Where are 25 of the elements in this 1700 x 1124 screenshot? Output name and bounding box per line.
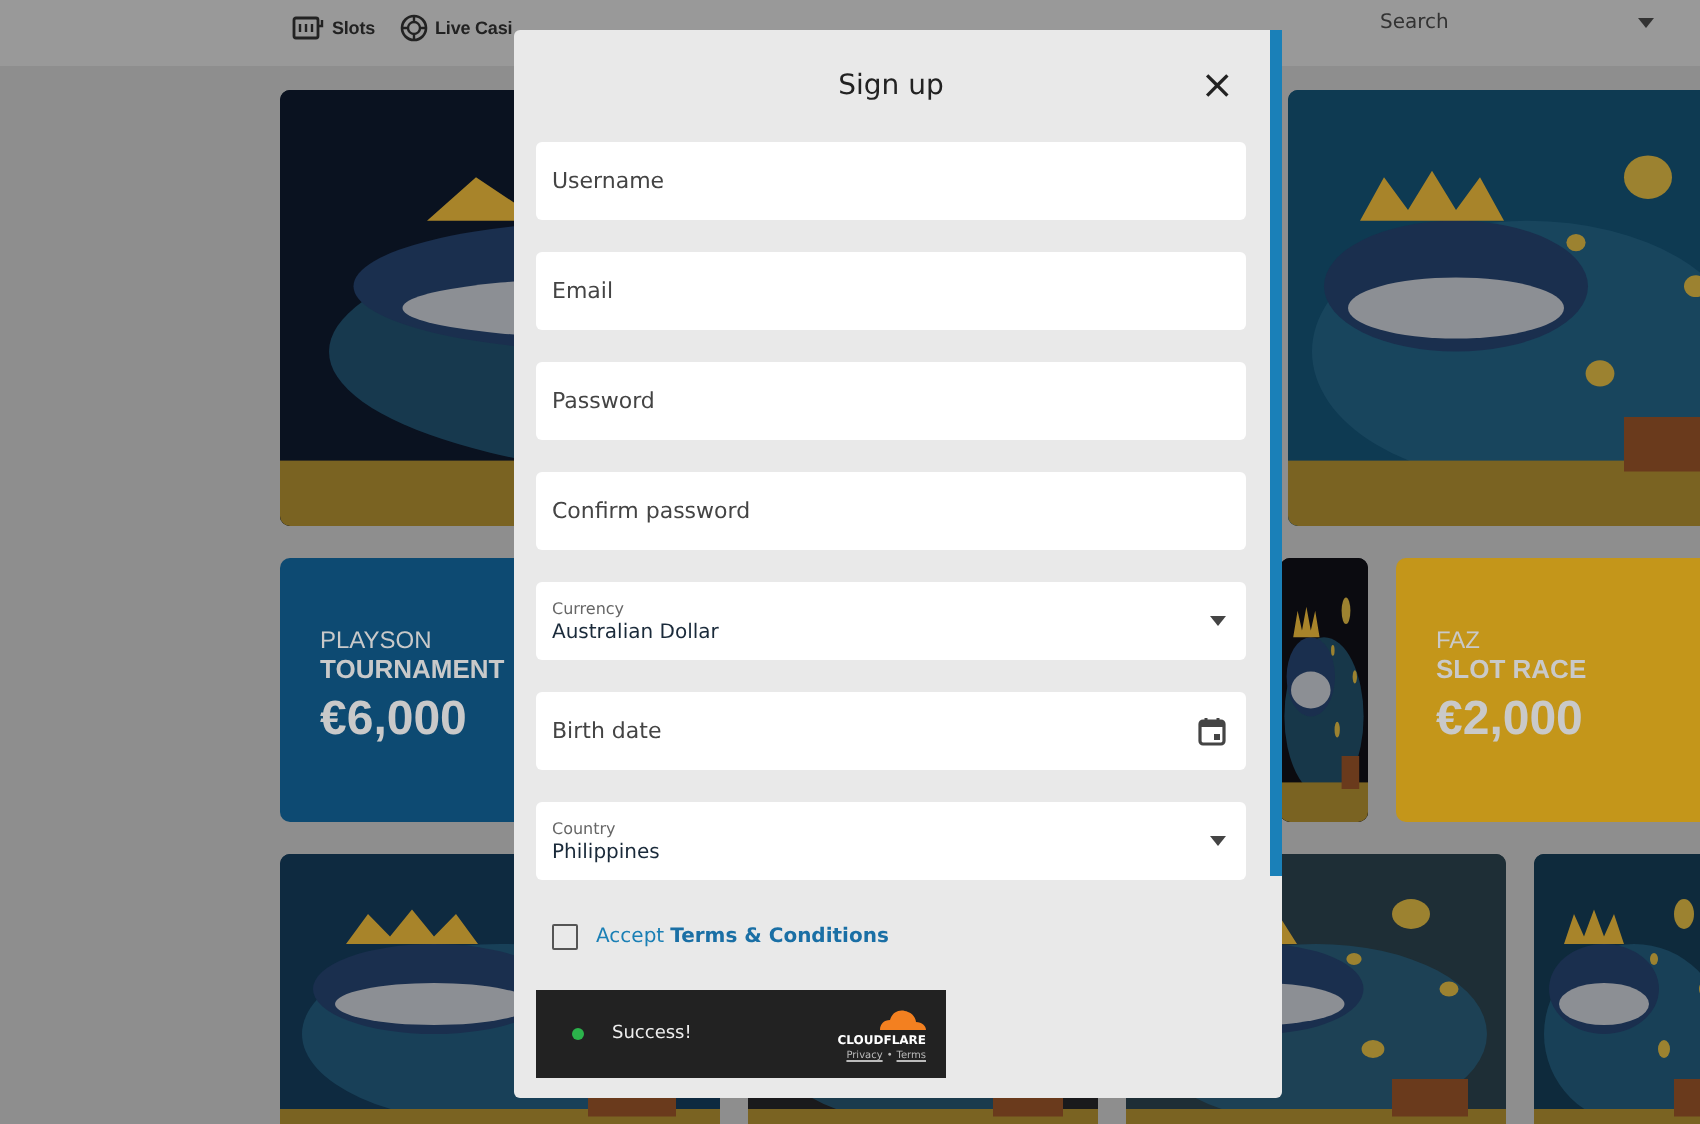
field-label: Country [552, 819, 618, 837]
dialog-title: Sign up [838, 70, 944, 102]
promo-title: TOURNAMENT [320, 654, 505, 684]
field-value: Philippines [552, 841, 660, 863]
nav-link[interactable]: Live Casi [435, 18, 513, 38]
field-label: Currency [552, 599, 627, 617]
checkbox-label: Accept [596, 926, 665, 948]
promo-title: SLOT RACE [1436, 654, 1587, 684]
promo-brand: PLAYSON [320, 626, 432, 654]
terms-link[interactable]: Terms & Conditions [670, 926, 889, 948]
nav-link[interactable]: Slots [332, 18, 376, 38]
input-field[interactable]: Username [536, 142, 1246, 220]
captcha-status: Success! [612, 1024, 694, 1044]
input-field[interactable]: Confirm password [536, 472, 1246, 550]
field-value: Australian Dollar [552, 621, 719, 643]
search-field[interactable]: Search [1372, 12, 1638, 34]
close-button[interactable]: × [1200, 64, 1234, 104]
date-field[interactable]: Birth date [536, 692, 1246, 770]
promo-prize: €2,000 [1436, 692, 1583, 748]
promo-prize: €6,000 [320, 692, 467, 748]
promo-brand: FAZ [1436, 626, 1481, 654]
select-field[interactable]: Country Philippines [536, 802, 1246, 880]
select-field[interactable]: Currency Australian Dollar [536, 582, 1246, 660]
input-field[interactable]: Email [536, 252, 1246, 330]
input-field[interactable]: Password [536, 362, 1246, 440]
